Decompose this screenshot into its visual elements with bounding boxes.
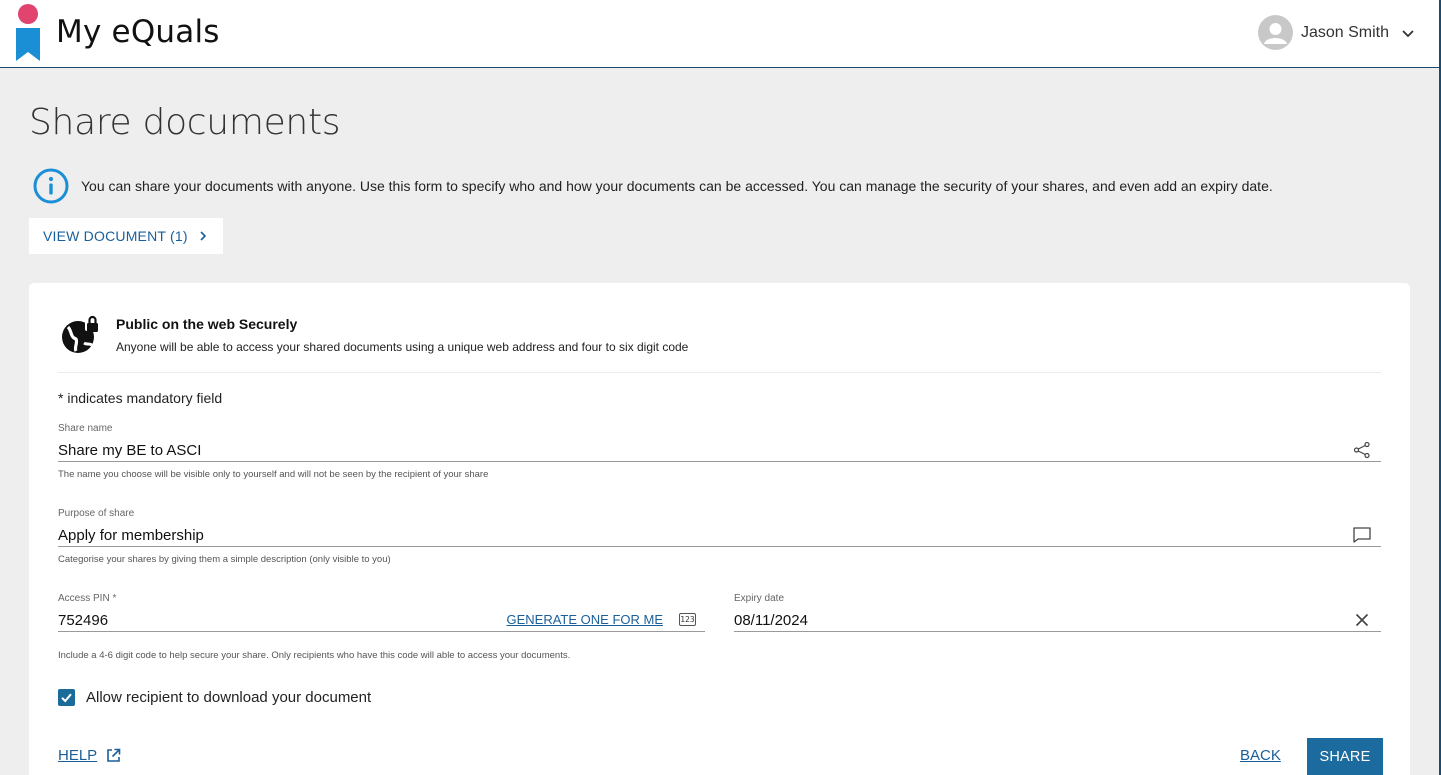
share-type-description: Anyone will be able to access your share…	[116, 340, 689, 354]
access-pin-label: Access PIN *	[58, 593, 117, 604]
chevron-down-icon	[1402, 29, 1414, 37]
purpose-help: Categorise your shares by giving them a …	[58, 554, 391, 565]
purpose-field: Purpose of share Apply for membership Ca…	[58, 508, 1381, 565]
share-button[interactable]: SHARE	[1307, 738, 1383, 775]
share-name-label: Share name	[58, 423, 113, 434]
share-form-card: Public on the web Securely Anyone will b…	[29, 283, 1410, 775]
access-pin-value[interactable]: 752496	[58, 610, 507, 629]
generate-pin-link[interactable]: GENERATE ONE FOR ME	[507, 612, 664, 627]
purpose-label: Purpose of share	[58, 508, 135, 519]
chevron-right-icon	[200, 231, 206, 241]
allow-download-checkbox[interactable]	[58, 689, 75, 706]
info-text: You can share your documents with anyone…	[81, 178, 1273, 194]
access-pin-help: Include a 4-6 digit code to help secure …	[58, 650, 571, 661]
share-icon	[1351, 439, 1373, 461]
user-menu[interactable]: Jason Smith	[1257, 15, 1415, 50]
access-pin-field: Access PIN * 752496 GENERATE ONE FOR ME …	[58, 593, 705, 661]
keyboard-number-icon: 123	[679, 613, 696, 626]
share-type-header: Public on the web Securely Anyone will b…	[60, 313, 688, 355]
share-name-input[interactable]: Share my BE to ASCI	[58, 438, 1381, 462]
info-circle-icon	[33, 168, 69, 204]
info-banner: You can share your documents with anyone…	[33, 168, 1273, 204]
user-avatar-icon	[1257, 15, 1293, 50]
expiry-date-input[interactable]: 08/11/2024	[734, 608, 1381, 632]
mandatory-note: * indicates mandatory field	[58, 390, 223, 406]
expiry-date-value[interactable]: 08/11/2024	[734, 610, 1351, 629]
share-name-field: Share name Share my BE to ASCI The name …	[58, 423, 1381, 480]
share-name-help: The name you choose will be visible only…	[58, 469, 489, 480]
access-pin-input[interactable]: 752496 GENERATE ONE FOR ME 123	[58, 608, 705, 632]
purpose-input[interactable]: Apply for membership	[58, 523, 1381, 547]
comment-icon	[1351, 524, 1373, 546]
help-link[interactable]: HELP	[58, 747, 121, 764]
brand-name: My eQuals	[56, 14, 220, 50]
user-name: Jason Smith	[1300, 23, 1389, 41]
share-name-value[interactable]: Share my BE to ASCI	[58, 440, 1351, 459]
checkmark-icon	[61, 693, 72, 703]
help-label[interactable]: HELP	[58, 747, 97, 764]
globe-lock-icon	[62, 315, 100, 353]
top-bar: My eQuals Jason Smith	[0, 0, 1441, 68]
view-document-label: VIEW DOCUMENT (1)	[43, 228, 188, 244]
allow-download-option[interactable]: Allow recipient to download your documen…	[58, 689, 371, 706]
share-type-title: Public on the web Securely	[116, 316, 298, 332]
divider	[58, 372, 1381, 373]
back-link[interactable]: BACK	[1240, 747, 1281, 764]
page-title: Share documents	[29, 102, 341, 143]
close-icon[interactable]	[1351, 609, 1373, 631]
expiry-date-label: Expiry date	[734, 593, 785, 604]
external-link-icon	[107, 748, 121, 762]
logo-icon	[16, 4, 40, 61]
expiry-date-field: Expiry date 08/11/2024	[734, 593, 1381, 632]
allow-download-label: Allow recipient to download your documen…	[86, 689, 372, 706]
purpose-value[interactable]: Apply for membership	[58, 525, 1351, 544]
view-document-button[interactable]: VIEW DOCUMENT (1)	[29, 218, 223, 254]
